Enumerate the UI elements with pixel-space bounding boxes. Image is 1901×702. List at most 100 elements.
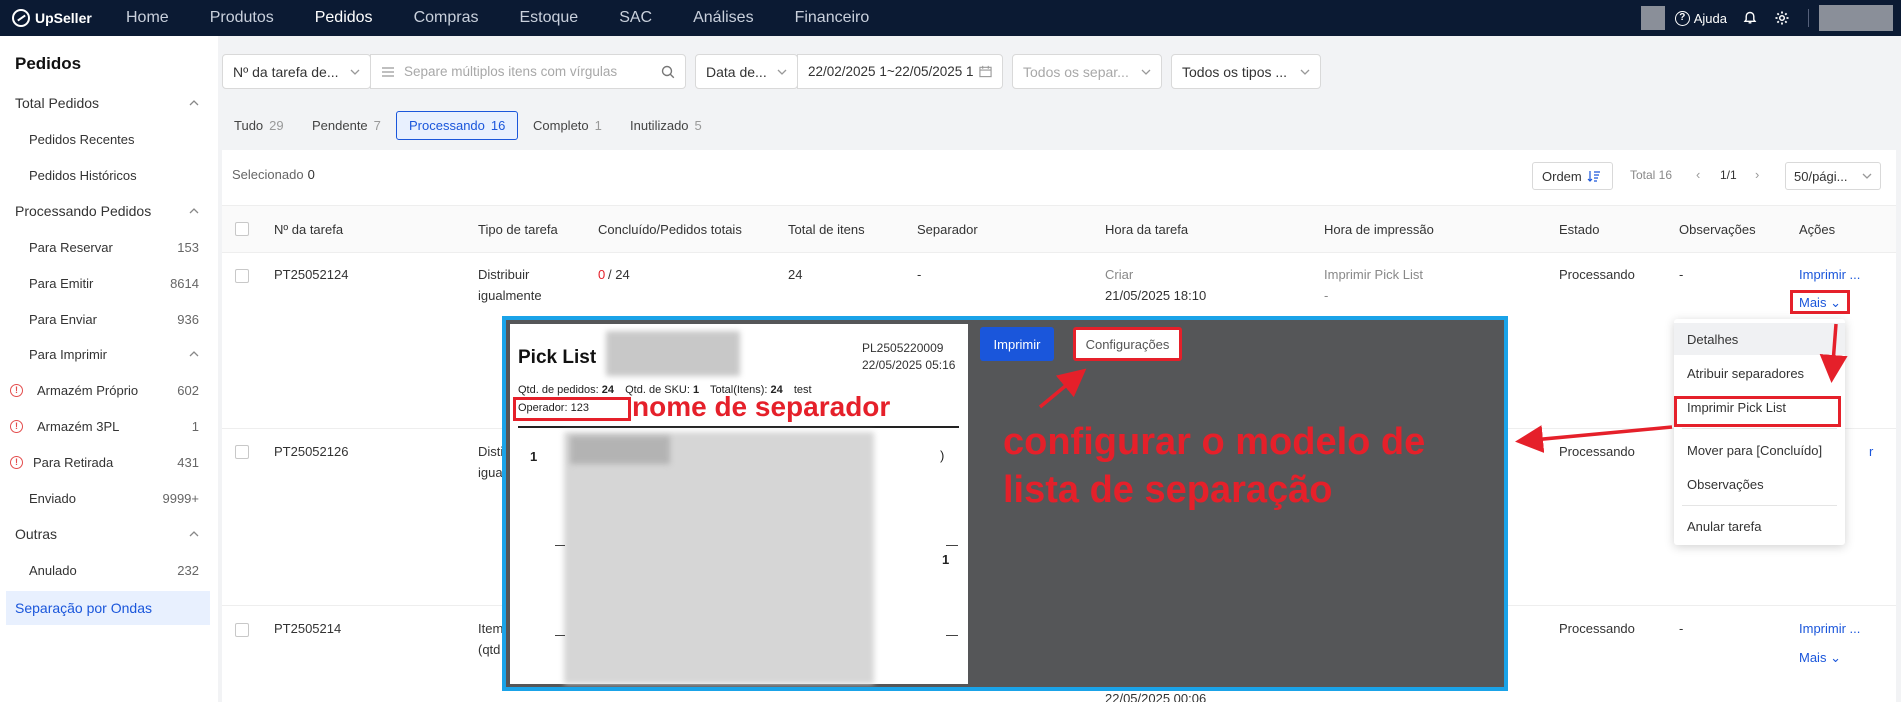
separator-value: - — [917, 267, 922, 282]
more-actions-link[interactable]: Mais ⌄ — [1799, 648, 1841, 668]
sidebar-item-label: Para Emitir — [29, 275, 94, 291]
nav-analises[interactable]: Análises — [693, 9, 753, 27]
chevron-down-icon — [777, 69, 787, 75]
nav-pedidos[interactable]: Pedidos — [315, 9, 373, 27]
sidebar-group-total-pedidos[interactable]: Total Pedidos — [0, 86, 218, 120]
task-number: PT25052124 — [274, 267, 349, 282]
select-all-checkbox[interactable] — [235, 222, 249, 236]
col-print-time: Hora de impressão — [1324, 222, 1434, 237]
sidebar-item-para-emitir[interactable]: Para Emitir 8614 — [0, 266, 218, 300]
warning-icon: ! — [10, 455, 23, 469]
prev-page-icon[interactable]: ‹ — [1696, 167, 1700, 182]
sidebar-title: Pedidos — [15, 54, 82, 73]
separator-select[interactable]: Todos os separ... — [1012, 54, 1162, 89]
nav-sac[interactable]: SAC — [619, 9, 652, 27]
col-notes: Observações — [1679, 222, 1756, 237]
nav-compras[interactable]: Compras — [414, 9, 479, 27]
settings-button[interactable]: Configurações — [1073, 327, 1182, 361]
sidebar-item-separacao-por-ondas[interactable]: Separação por Ondas — [6, 591, 210, 625]
tab-inutilizado[interactable]: Inutilizado 5 — [618, 111, 714, 140]
col-task-number: Nº da tarefa — [274, 222, 344, 237]
sidebar-group-processando[interactable]: Processando Pedidos — [0, 194, 218, 228]
tab-tudo[interactable]: Tudo 29 — [222, 111, 296, 140]
next-page-icon[interactable]: › — [1755, 167, 1759, 182]
sidebar-item-para-retirada[interactable]: ! Para Retirada 431 — [0, 445, 218, 479]
tab-count: 16 — [490, 118, 506, 133]
sidebar-item-para-enviar[interactable]: Para Enviar 936 — [0, 302, 218, 336]
sidebar-item-count: 431 — [177, 454, 199, 470]
sidebar-item-anulado[interactable]: Anulado 232 — [0, 553, 218, 587]
calendar-icon — [979, 65, 992, 78]
pick-list-id: PL2505220009 22/05/2025 05:16 — [862, 340, 955, 374]
col-task-time: Hora da tarefa — [1105, 222, 1189, 237]
task-type-select[interactable]: Todos os tipos ... — [1171, 54, 1321, 89]
line-mark — [946, 635, 958, 636]
select-value: Nº da tarefa de... — [233, 63, 339, 80]
user-account[interactable] — [1819, 5, 1893, 31]
nav-estoque[interactable]: Estoque — [519, 9, 578, 27]
pick-list-code: PL2505220009 — [862, 341, 944, 355]
gear-icon[interactable] — [1774, 10, 1790, 26]
row-checkbox[interactable] — [235, 269, 249, 283]
tab-pendente[interactable]: Pendente 7 — [300, 111, 393, 140]
sidebar-group-para-imprimir[interactable]: Para Imprimir — [0, 337, 218, 371]
sidebar-item-pedidos-recentes[interactable]: Pedidos Recentes — [0, 122, 218, 156]
row-number: 1 — [942, 552, 950, 567]
nav-produtos[interactable]: Produtos — [210, 9, 274, 27]
pick-list-paper: Pick List PL2505220009 22/05/2025 05:16 … — [510, 324, 968, 684]
tab-processando[interactable]: Processando 16 — [396, 111, 519, 140]
menu-item-atribuir-separadores[interactable]: Atribuir separadores — [1674, 357, 1845, 389]
total-count: Total 16 — [1630, 168, 1673, 182]
menu-item-observacoes[interactable]: Observações — [1674, 468, 1845, 500]
search-icon[interactable] — [661, 65, 675, 79]
sidebar-group-outras[interactable]: Outras — [0, 517, 218, 551]
tab-label: Completo — [533, 118, 589, 133]
menu-item-detalhes[interactable]: Detalhes — [1674, 323, 1845, 355]
search-input[interactable]: Separe múltiplos itens com vírgulas — [370, 54, 686, 89]
tab-count: 1 — [594, 118, 602, 133]
nav-financeiro[interactable]: Financeiro — [795, 9, 870, 27]
help-label: Ajuda — [1693, 10, 1727, 26]
brand-logo[interactable]: UpSeller — [0, 9, 110, 27]
tab-count: 29 — [269, 118, 284, 133]
nav-home[interactable]: Home — [126, 9, 169, 27]
orders-value: 24 — [601, 384, 615, 396]
chevron-up-icon — [189, 208, 199, 214]
menu-item-anular-tarefa[interactable]: Anular tarefa — [1674, 510, 1845, 542]
date-type-select[interactable]: Data de... — [695, 54, 798, 89]
tab-label: Processando — [409, 118, 485, 133]
menu-divider — [1682, 505, 1837, 506]
select-value: Data de... — [706, 63, 767, 80]
sidebar-item-count: 9999+ — [162, 490, 199, 506]
menu-item-mover-concluido[interactable]: Mover para [Concluído] — [1674, 434, 1845, 466]
date-range-picker[interactable]: 22/02/2025 1~22/05/2025 1 — [797, 54, 1003, 89]
more-label: Mais — [1799, 650, 1827, 665]
main-nav: Home Produtos Pedidos Compras Estoque SA… — [126, 9, 910, 27]
sidebar-item-label: Armazém 3PL — [37, 418, 120, 434]
print-pick-list-link[interactable]: Imprimir ... — [1799, 265, 1860, 285]
sidebar-item-armazem-proprio[interactable]: ! Armazém Próprio 602 — [0, 373, 218, 407]
sidebar-item-para-reservar[interactable]: Para Reservar 153 — [0, 230, 218, 264]
per-page-select[interactable]: 50/pági... — [1785, 162, 1881, 190]
sidebar-item-enviado[interactable]: Enviado 9999+ — [0, 481, 218, 515]
annotation-configure-template: configurar o modelo de lista de separaçã… — [1003, 421, 1426, 511]
row-checkbox[interactable] — [235, 623, 249, 637]
task-type: Distribuir — [478, 267, 530, 282]
sidebar-item-pedidos-historicos[interactable]: Pedidos Históricos — [0, 158, 218, 192]
shop-avatar[interactable] — [1640, 6, 1665, 30]
print-button[interactable]: Imprimir — [980, 327, 1054, 361]
task-number: PT2505214 — [274, 621, 342, 636]
order-button[interactable]: Ordem — [1532, 162, 1613, 190]
task-number-select[interactable]: Nº da tarefa de... — [222, 54, 371, 89]
row-checkbox[interactable] — [235, 445, 249, 459]
sidebar-item-count: 602 — [177, 382, 199, 398]
sidebar-item-armazem-3pl[interactable]: ! Armazém 3PL 1 — [0, 409, 218, 443]
bell-icon[interactable] — [1743, 11, 1757, 25]
more-actions-menu: Detalhes Atribuir separadores Imprimir P… — [1674, 319, 1845, 545]
print-pick-list-link[interactable]: r — [1869, 442, 1873, 462]
help-button[interactable]: ? Ajuda — [1674, 10, 1727, 26]
notes: - — [1679, 621, 1684, 636]
tab-completo[interactable]: Completo 1 — [521, 111, 614, 140]
sidebar-item-label: Pedidos Recentes — [29, 131, 135, 147]
print-pick-list-link[interactable]: Imprimir ... — [1799, 619, 1860, 639]
